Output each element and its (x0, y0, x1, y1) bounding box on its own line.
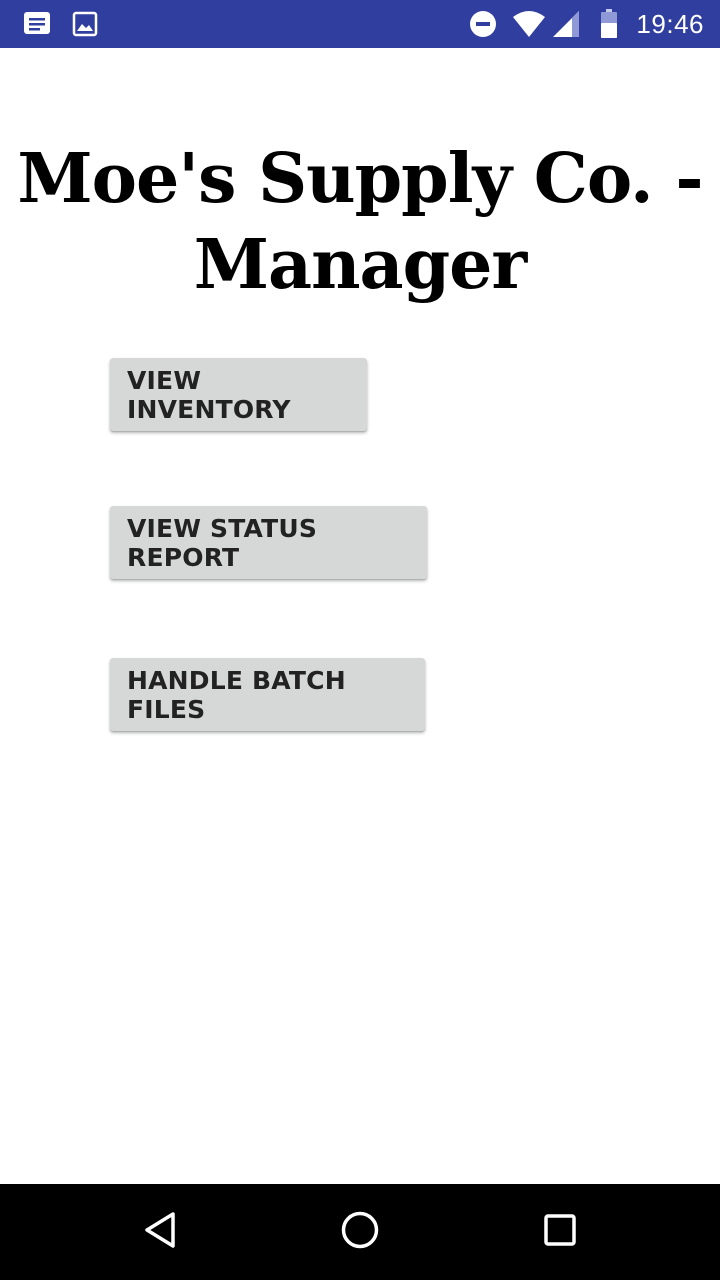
status-bar-left (22, 10, 98, 43)
status-clock: 19:46 (636, 8, 704, 39)
battery-icon (600, 9, 618, 39)
app-content: Moe's Supply Co. - Manager VIEW INVENTOR… (0, 48, 720, 1184)
view-inventory-button[interactable]: VIEW INVENTORY (110, 358, 367, 431)
status-bar-right: 19:46 (468, 8, 704, 40)
page-title: Moe's Supply Co. - Manager (17, 139, 703, 305)
notification-icon (22, 10, 52, 43)
wifi-icon (512, 10, 546, 38)
navigation-bar (0, 1184, 720, 1280)
do-not-disturb-icon (468, 9, 498, 39)
view-status-report-button[interactable]: VIEW STATUS REPORT (110, 506, 427, 579)
recents-icon (540, 1210, 580, 1255)
cell-signal-icon (552, 10, 580, 38)
status-bar: 19:46 (0, 0, 720, 48)
back-button[interactable] (138, 1210, 182, 1254)
home-button[interactable] (338, 1210, 382, 1254)
back-icon (140, 1210, 180, 1255)
handle-batch-files-button[interactable]: HANDLE BATCH FILES (110, 658, 425, 731)
recents-button[interactable] (538, 1210, 582, 1254)
home-icon (339, 1209, 381, 1256)
image-notification-icon (72, 11, 98, 42)
